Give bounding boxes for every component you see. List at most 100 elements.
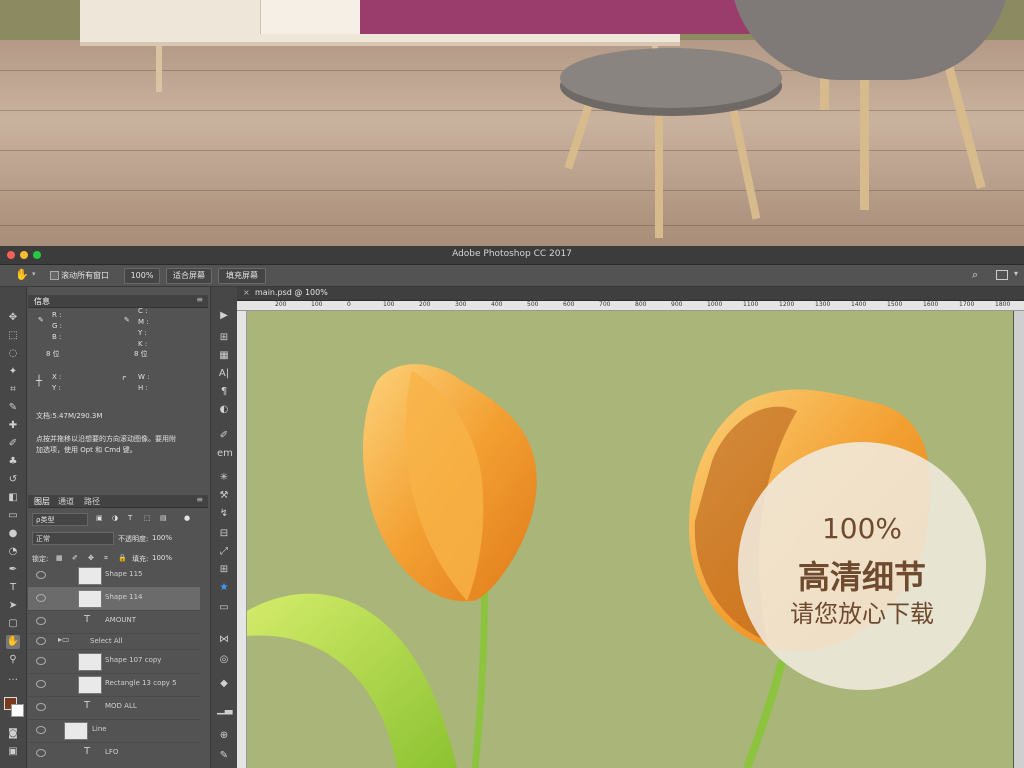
filter-pixel-icon[interactable]: ▣ xyxy=(96,514,103,522)
layer-row[interactable]: T LFO xyxy=(28,742,200,765)
panel-menu-icon[interactable]: ≡ xyxy=(196,495,203,504)
magic-wand-icon[interactable]: ✦ xyxy=(6,365,20,379)
layer-row[interactable]: T AMOUNT xyxy=(28,610,200,634)
visibility-eye-icon[interactable] xyxy=(36,637,46,645)
lock-paint-icon[interactable]: ✐ xyxy=(72,554,78,562)
character-icon[interactable]: A| xyxy=(217,367,231,381)
visibility-eye-icon[interactable] xyxy=(36,726,46,734)
opacity-input[interactable]: 100% xyxy=(152,534,172,542)
actions-icon[interactable]: ↯ xyxy=(217,507,231,521)
more-tools-icon[interactable]: … xyxy=(6,671,20,685)
layer-row[interactable]: T MOD ALL xyxy=(28,696,200,720)
visibility-eye-icon[interactable] xyxy=(36,617,46,625)
tool-presets-icon[interactable]: ⚒ xyxy=(217,489,231,503)
shape-tool-icon[interactable]: ▢ xyxy=(6,617,20,631)
zoom-tool-icon[interactable]: ⚲ xyxy=(6,653,20,667)
layer-name: Select All xyxy=(90,637,123,645)
type-tool-icon[interactable]: T xyxy=(6,581,20,595)
lock-all-icon[interactable]: 🔒 xyxy=(118,554,127,562)
scroll-all-checkbox[interactable] xyxy=(50,271,59,280)
hand-tool-icon[interactable]: ✋ xyxy=(6,635,20,649)
histogram-icon[interactable]: ▁▃ xyxy=(217,703,232,717)
panel-menu-icon[interactable]: ≡ xyxy=(196,295,203,304)
visibility-eye-icon[interactable] xyxy=(36,594,46,602)
filter-toggle-icon[interactable]: ● xyxy=(184,514,190,522)
layer-row[interactable]: Shape 107 copy xyxy=(28,650,200,674)
move-tool-icon[interactable]: ✥ xyxy=(6,311,20,325)
chevron-down-icon[interactable]: ▾ xyxy=(1014,269,1018,278)
star-icon[interactable]: ★ xyxy=(217,581,231,595)
hand-tool-icon[interactable]: ✋ xyxy=(15,268,29,281)
transform-icon[interactable]: ⤢ xyxy=(217,545,231,559)
workspace-icon[interactable] xyxy=(996,270,1008,280)
bowtie-icon[interactable]: ⋈ xyxy=(217,633,231,647)
document-tab[interactable]: main.psd @ 100% xyxy=(255,288,328,297)
align-icon[interactable]: ⊟ xyxy=(217,527,231,541)
brush-settings-icon[interactable]: ✐ xyxy=(217,429,231,443)
zoom-100-button[interactable]: 100% xyxy=(124,268,160,284)
layer-row[interactable]: Shape 115 xyxy=(28,564,200,588)
play-icon[interactable]: ▶ xyxy=(217,309,231,323)
layer-row-selected[interactable]: Shape 114 xyxy=(28,587,200,611)
channels-icon[interactable]: ⊕ xyxy=(217,729,231,743)
visibility-eye-icon[interactable] xyxy=(36,703,46,711)
crop-tool-icon[interactable]: ⌗ xyxy=(6,383,20,397)
history-brush-icon[interactable]: ↺ xyxy=(6,473,20,487)
marquee-tool-icon[interactable]: ⬚ xyxy=(6,329,20,343)
path-select-icon[interactable]: ➤ xyxy=(6,599,20,613)
swatches-icon[interactable]: ▦ xyxy=(217,349,231,363)
layer-group-row[interactable]: ▸▭ Select All xyxy=(28,633,200,650)
properties-icon[interactable]: ⊞ xyxy=(217,331,231,345)
quick-mask-icon[interactable]: ◙ xyxy=(6,727,20,741)
layer-row[interactable]: Rectangle 13 copy 5 xyxy=(28,673,200,697)
notes-icon[interactable]: ✎ xyxy=(217,749,231,763)
visibility-eye-icon[interactable] xyxy=(36,571,46,579)
background-color-swatch[interactable] xyxy=(11,704,24,717)
filter-type-icon[interactable]: T xyxy=(128,514,132,522)
lock-artboard-icon[interactable]: ⌗ xyxy=(104,554,108,563)
fill-screen-button[interactable]: 填充屏幕 xyxy=(218,268,266,284)
clone-source-icon[interactable]: ✳ xyxy=(217,471,231,485)
healing-brush-icon[interactable]: ✚ xyxy=(6,419,20,433)
adjustments-icon[interactable]: ◐ xyxy=(217,403,231,417)
visibility-eye-icon[interactable] xyxy=(36,657,46,665)
loop-icon[interactable]: ◎ xyxy=(217,653,231,667)
blend-mode-select[interactable]: 正常 xyxy=(32,532,114,545)
tab-info[interactable]: 信息 xyxy=(34,296,50,307)
eraser-tool-icon[interactable]: ◧ xyxy=(6,491,20,505)
lock-pixels-icon[interactable]: ▦ xyxy=(56,554,63,562)
layers-stack-icon[interactable]: ◆ xyxy=(217,677,231,691)
visibility-eye-icon[interactable] xyxy=(36,749,46,757)
filter-adjust-icon[interactable]: ◑ xyxy=(112,514,118,522)
dodge-tool-icon[interactable]: ◔ xyxy=(6,545,20,559)
tab-layers[interactable]: 图层 xyxy=(34,496,50,507)
tools-panel: ✥ ⬚ ◌ ✦ ⌗ ✎ ✚ ✐ ♣ ↺ ◧ ▭ ● ◔ ✒ T ➤ ▢ ✋ ⚲ … xyxy=(0,287,27,768)
brush-tool-icon[interactable]: ✐ xyxy=(6,437,20,451)
search-icon[interactable]: ⌕ xyxy=(972,268,978,282)
ruler-icon[interactable]: ▭ xyxy=(217,601,231,615)
close-tab-icon[interactable]: × xyxy=(243,288,250,297)
screen-mode-icon[interactable]: ▣ xyxy=(6,745,20,759)
layer-row[interactable]: Line xyxy=(28,719,200,743)
gradient-tool-icon[interactable]: ▭ xyxy=(6,509,20,523)
lasso-tool-icon[interactable]: ◌ xyxy=(6,347,20,361)
layer-filter-select[interactable]: ρ类型 xyxy=(32,513,88,526)
vertical-scrollbar[interactable] xyxy=(1014,311,1024,768)
paragraph-icon[interactable]: ¶ xyxy=(217,385,231,399)
filter-shape-icon[interactable]: ⬚ xyxy=(144,514,151,522)
tab-channels[interactable]: 通道 xyxy=(58,496,74,507)
chevron-down-icon[interactable]: ▾ xyxy=(32,270,36,278)
stamp-tool-icon[interactable]: ♣ xyxy=(6,455,20,469)
pen-tool-icon[interactable]: ✒ xyxy=(6,563,20,577)
lock-move-icon[interactable]: ✥ xyxy=(88,554,94,562)
filter-smart-icon[interactable]: ▤ xyxy=(160,514,167,522)
visibility-eye-icon[interactable] xyxy=(36,680,46,688)
tab-paths[interactable]: 路径 xyxy=(84,496,100,507)
eyedropper-icon[interactable]: ✎ xyxy=(6,401,20,415)
fit-screen-button[interactable]: 适合屏幕 xyxy=(166,268,212,284)
fill-input[interactable]: 100% xyxy=(152,554,172,562)
grid-icon[interactable]: ⊞ xyxy=(217,563,231,577)
blur-tool-icon[interactable]: ● xyxy=(6,527,20,541)
glyphs-icon[interactable]: em xyxy=(217,447,233,461)
opacity-label: 不透明度: xyxy=(118,535,149,543)
